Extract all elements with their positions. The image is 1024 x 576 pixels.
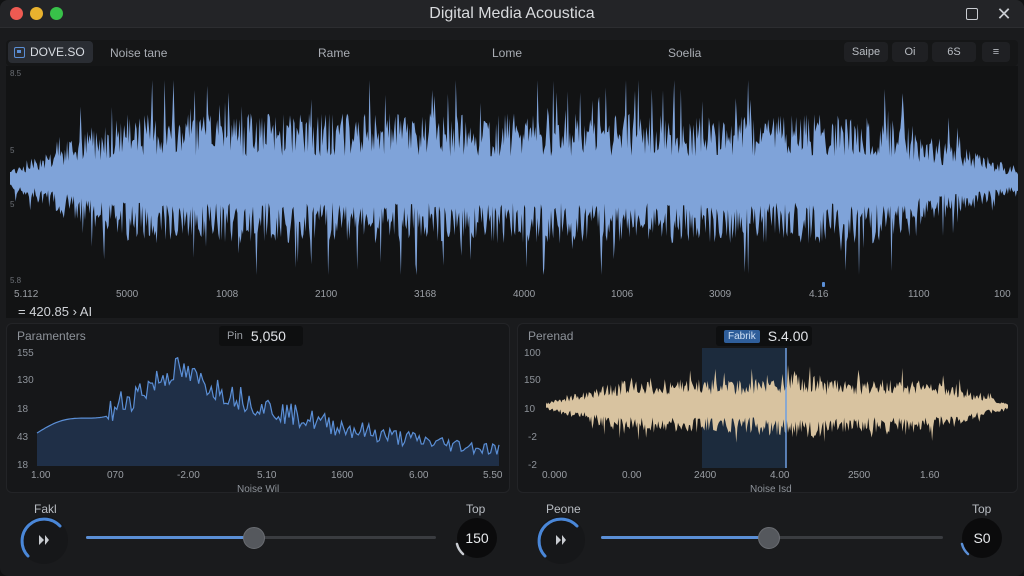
play-dial[interactable] [20,516,68,564]
scale-label: 5.8 [10,276,22,285]
x-label: 1.60 [920,470,940,481]
x-label: 0.00 [622,470,642,481]
x-label: -2.00 [177,470,200,481]
tab-soelia[interactable]: Soelia [668,46,701,60]
y-label: 18 [17,404,29,415]
dial-label: Fakl [34,502,57,516]
left-value-knob[interactable]: 150 [455,518,497,558]
menu-icon[interactable]: ≡ [982,42,1010,62]
x-axis-title: Noise Wil [237,484,280,495]
close-icon[interactable]: ✕ [994,4,1014,24]
tab-noise[interactable]: Noise tane [110,46,167,60]
time-tick: 4000 [513,289,536,300]
panel-title: Perenad [528,329,574,343]
save-button[interactable]: Saipe [844,42,888,62]
left-slider-fill [86,536,254,539]
x-label: 5.50 [483,470,503,481]
readout-key: Fabrik [724,329,760,343]
time-tick: 3168 [414,289,437,300]
y-label: 18 [17,460,29,471]
main-waveform-view[interactable]: 8.5 5 5 5.8 5.112 5000 1008 2100 3168 40… [6,66,1018,319]
y-label: 43 [17,432,29,443]
time-tick: 1008 [216,289,239,300]
x-label: 1.00 [31,470,51,481]
fabrik-readout[interactable]: Fabrik S.4.00 [716,326,812,346]
knob-ring [960,542,970,556]
preset-button[interactable]: DOVE.SO [8,41,93,63]
period-panel: Perenad Fabrik S.4.00 100 150 10 -2 -2 0… [517,323,1018,495]
right-slider-thumb[interactable] [757,527,780,549]
play-icon [556,535,566,545]
x-label: 070 [107,470,124,481]
scale-label: 5 [10,200,15,209]
time-tick: 3009 [709,289,732,300]
waveform-shape [10,80,1018,275]
x-label: 0.000 [542,470,568,481]
y-label: -2 [528,432,537,443]
playhead-marker[interactable] [822,282,825,287]
y-label: 150 [524,375,541,386]
parameters-panel: Paramenters Pin 5,050 155 130 18 43 18 1… [6,323,510,495]
x-label: 6.00 [409,470,429,481]
restore-icon[interactable] [962,4,982,24]
x-label: 2500 [848,470,871,481]
play-dial[interactable] [537,516,585,564]
right-value-knob[interactable]: S0 [960,518,1002,558]
readout-value: S.4.00 [767,328,809,344]
6s-button[interactable]: 6S [932,42,976,62]
time-tick: 1100 [908,289,930,300]
title-bar: Digital Media Acoustica ✕ [0,0,1024,28]
preset-icon [14,46,25,58]
time-tick: 2100 [315,289,338,300]
pin-readout[interactable]: Pin 5,050 [219,326,303,346]
x-axis-title: Noise Isd [750,484,792,495]
play-icon [39,535,49,545]
oi-button[interactable]: Oi [892,42,928,62]
y-label: -2 [528,460,537,471]
app-window: Digital Media Acoustica ✕ DOVE.SO Noise … [0,0,1024,576]
readout-key: Pin [227,330,243,342]
x-label: 5.10 [257,470,277,481]
time-tick: 1006 [611,289,634,300]
scale-label: 8.5 [10,69,22,78]
y-label: 100 [524,348,541,359]
x-label: 2400 [694,470,717,481]
scale-label: 5 [10,146,15,155]
y-label: 10 [524,404,536,415]
left-slider-thumb[interactable] [243,527,265,549]
knob-ring [455,542,465,556]
time-tick: 5000 [116,289,139,300]
right-slider-fill [601,536,769,539]
preset-label: DOVE.SO [30,45,85,59]
window-title: Digital Media Acoustica [429,5,595,22]
main-waveform [10,80,1018,275]
position-readout: = 420.85 › AI [18,304,93,319]
y-label: 130 [17,375,34,386]
tab-rame[interactable]: Rame [318,46,350,60]
x-label: 4.00 [770,470,790,481]
spectrum-graph [36,356,500,466]
y-label: 155 [17,348,34,359]
readout-value: 5,050 [250,328,286,344]
x-label: 1600 [331,470,354,481]
time-tick: 100 [994,289,1011,300]
time-tick: 4.16 [809,289,829,300]
toolbar: DOVE.SO Noise tane Rame Lome Soelia Saip… [6,40,1018,66]
period-waveform [546,348,1008,468]
tab-lome[interactable]: Lome [492,46,522,60]
time-tick: 5.112 [14,289,39,300]
spectrum-area [37,357,499,466]
panel-title: Paramenters [17,329,86,343]
dial-label: Peone [546,502,581,516]
